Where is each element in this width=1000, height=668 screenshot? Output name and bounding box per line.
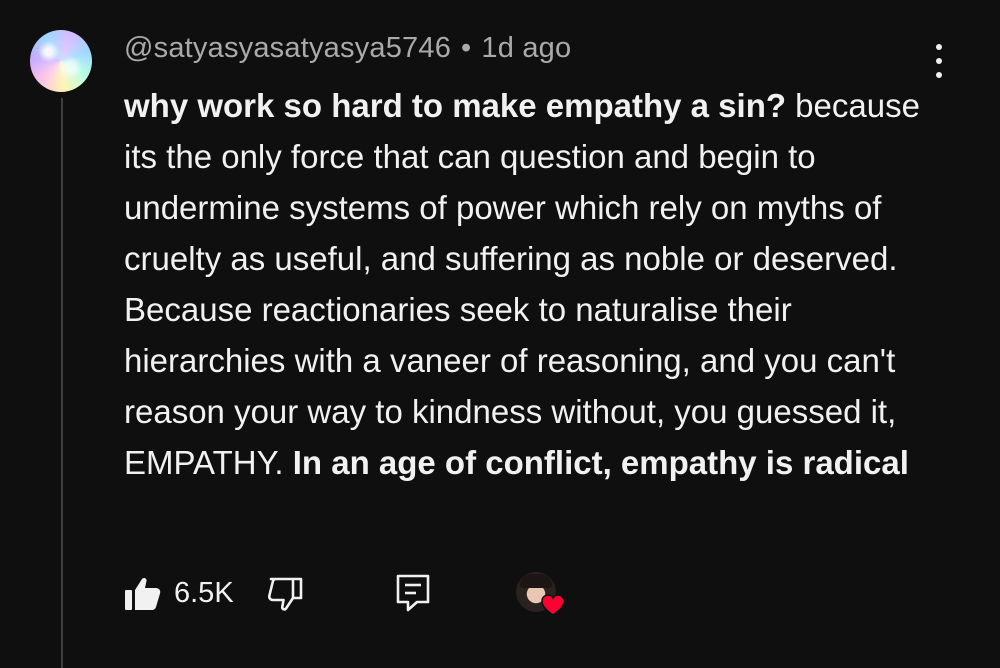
comment-text: why work so hard to make empathy a sin? …: [124, 80, 944, 488]
more-vert-icon-dot: [936, 72, 942, 78]
thumbs-up-icon[interactable]: [124, 575, 162, 613]
comment-body: because its the only force that can ques…: [124, 87, 920, 481]
more-vert-icon: [936, 44, 942, 50]
creator-heart-badge: [516, 572, 568, 618]
thread-line: [61, 98, 63, 668]
comment-actions: 6.5K: [124, 568, 624, 618]
more-vert-icon-dot: [936, 58, 942, 64]
author-avatar[interactable]: [30, 30, 92, 92]
comment-timestamp[interactable]: 1d ago: [481, 32, 571, 64]
meta-separator: •: [461, 32, 472, 64]
comment-bold-closing: In an age of conflict, empathy is radica…: [292, 444, 909, 481]
thumbs-down-icon[interactable]: [266, 575, 304, 613]
comment-header: @satyasyasatyasya5746 • 1d ago: [124, 32, 571, 65]
like-count: 6.5K: [174, 577, 234, 609]
heart-icon: [541, 594, 565, 616]
more-options-button[interactable]: [926, 44, 952, 78]
comment-bold-opening: why work so hard to make empathy a sin?: [124, 87, 787, 124]
reply-comment-icon[interactable]: [395, 573, 431, 613]
author-handle[interactable]: @satyasyasatyasya5746: [124, 32, 451, 64]
